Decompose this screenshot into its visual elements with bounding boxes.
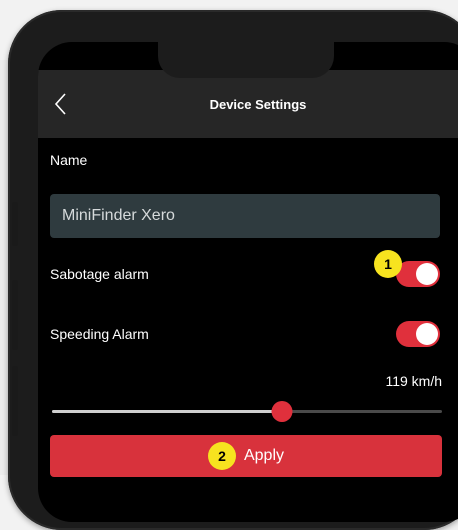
page-title: Device Settings: [209, 97, 307, 112]
toggle-knob: [416, 323, 438, 345]
slider-thumb[interactable]: [271, 401, 293, 422]
speed-limit-slider[interactable]: [52, 401, 442, 422]
sabotage-alarm-label: Sabotage alarm: [50, 266, 149, 282]
apply-button-label: Apply: [243, 447, 285, 464]
phone-notch: [158, 38, 334, 78]
phone-side-button: [12, 202, 18, 246]
speeding-alarm-label: Speeding Alarm: [50, 326, 149, 342]
phone-screen: Device Settings Name Sabotage alarm 1 Sp…: [38, 42, 458, 522]
device-name-input[interactable]: [50, 194, 440, 238]
name-label: Name: [50, 152, 88, 168]
phone-frame: Device Settings Name Sabotage alarm 1 Sp…: [8, 10, 458, 530]
apply-button[interactable]: 2 Apply: [50, 435, 442, 477]
step-badge-2: 2: [207, 442, 236, 470]
phone-side-button: [12, 366, 18, 436]
step-badge-1: 1: [374, 250, 402, 278]
phone-side-button: [12, 280, 18, 350]
speed-limit-value: 119 km/h: [385, 373, 442, 389]
sabotage-alarm-toggle[interactable]: [396, 261, 440, 287]
speeding-alarm-toggle[interactable]: [396, 321, 440, 347]
toggle-knob: [416, 263, 438, 285]
slider-fill: [52, 410, 283, 413]
